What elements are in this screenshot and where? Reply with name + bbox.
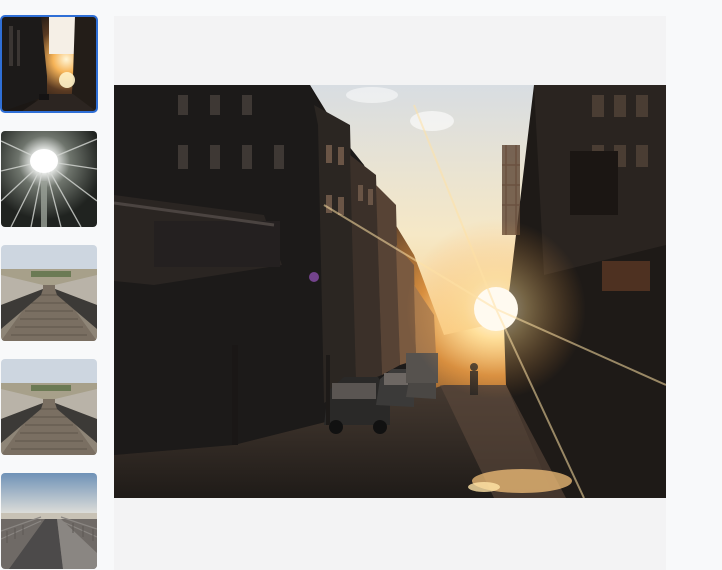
thumbnail-boardwalk-bridge[interactable] xyxy=(1,245,97,341)
thumbnail-strip xyxy=(0,0,100,570)
boardwalk-bridge-photo-icon xyxy=(1,359,97,455)
thumbnail-boardwalk-bridge-2[interactable] xyxy=(1,359,97,455)
street-sunset-photo-icon xyxy=(114,85,666,498)
thumbnail-pier-seaside[interactable] xyxy=(1,473,97,569)
main-image[interactable] xyxy=(114,85,666,498)
main-image-stage xyxy=(114,16,666,570)
thumbnail-tunnel-light[interactable] xyxy=(1,131,97,227)
street-sunset-photo-icon xyxy=(1,16,97,112)
tunnel-light-photo-icon xyxy=(1,131,97,227)
pier-seaside-photo-icon xyxy=(1,473,97,569)
image-gallery xyxy=(0,0,722,570)
thumbnail-street-sunset[interactable] xyxy=(0,15,98,113)
boardwalk-bridge-photo-icon xyxy=(1,245,97,341)
